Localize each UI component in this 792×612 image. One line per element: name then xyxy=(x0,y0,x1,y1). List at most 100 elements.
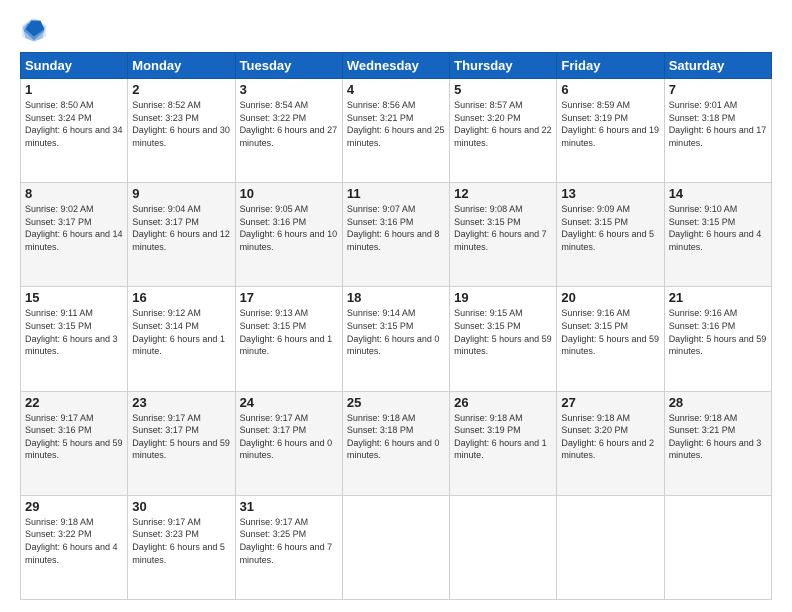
day-number: 24 xyxy=(240,395,338,410)
day-number: 16 xyxy=(132,290,230,305)
day-number: 25 xyxy=(347,395,445,410)
day-number: 29 xyxy=(25,499,123,514)
day-number: 28 xyxy=(669,395,767,410)
day-number: 27 xyxy=(561,395,659,410)
day-info: Sunrise: 9:09 AM Sunset: 3:15 PM Dayligh… xyxy=(561,203,659,253)
day-info: Sunrise: 9:02 AM Sunset: 3:17 PM Dayligh… xyxy=(25,203,123,253)
day-info: Sunrise: 9:16 AM Sunset: 3:15 PM Dayligh… xyxy=(561,307,659,357)
day-number: 5 xyxy=(454,82,552,97)
day-number: 10 xyxy=(240,186,338,201)
day-number: 4 xyxy=(347,82,445,97)
day-info: Sunrise: 9:07 AM Sunset: 3:16 PM Dayligh… xyxy=(347,203,445,253)
day-info: Sunrise: 9:04 AM Sunset: 3:17 PM Dayligh… xyxy=(132,203,230,253)
day-info: Sunrise: 9:18 AM Sunset: 3:21 PM Dayligh… xyxy=(669,412,767,462)
day-info: Sunrise: 9:18 AM Sunset: 3:18 PM Dayligh… xyxy=(347,412,445,462)
week-row-5: 29 Sunrise: 9:18 AM Sunset: 3:22 PM Dayl… xyxy=(21,495,772,599)
calendar-cell: 14 Sunrise: 9:10 AM Sunset: 3:15 PM Dayl… xyxy=(664,183,771,287)
day-info: Sunrise: 9:18 AM Sunset: 3:19 PM Dayligh… xyxy=(454,412,552,462)
calendar-cell: 9 Sunrise: 9:04 AM Sunset: 3:17 PM Dayli… xyxy=(128,183,235,287)
day-number: 30 xyxy=(132,499,230,514)
calendar-cell: 24 Sunrise: 9:17 AM Sunset: 3:17 PM Dayl… xyxy=(235,391,342,495)
day-info: Sunrise: 9:18 AM Sunset: 3:22 PM Dayligh… xyxy=(25,516,123,566)
calendar-cell xyxy=(450,495,557,599)
day-number: 1 xyxy=(25,82,123,97)
day-number: 31 xyxy=(240,499,338,514)
day-info: Sunrise: 9:17 AM Sunset: 3:17 PM Dayligh… xyxy=(132,412,230,462)
day-number: 20 xyxy=(561,290,659,305)
day-number: 2 xyxy=(132,82,230,97)
calendar-cell: 16 Sunrise: 9:12 AM Sunset: 3:14 PM Dayl… xyxy=(128,287,235,391)
header-day-saturday: Saturday xyxy=(664,53,771,79)
calendar-cell: 26 Sunrise: 9:18 AM Sunset: 3:19 PM Dayl… xyxy=(450,391,557,495)
day-info: Sunrise: 9:01 AM Sunset: 3:18 PM Dayligh… xyxy=(669,99,767,149)
calendar-cell: 18 Sunrise: 9:14 AM Sunset: 3:15 PM Dayl… xyxy=(342,287,449,391)
day-info: Sunrise: 9:10 AM Sunset: 3:15 PM Dayligh… xyxy=(669,203,767,253)
calendar-cell: 30 Sunrise: 9:17 AM Sunset: 3:23 PM Dayl… xyxy=(128,495,235,599)
header-day-friday: Friday xyxy=(557,53,664,79)
day-number: 18 xyxy=(347,290,445,305)
calendar-cell: 19 Sunrise: 9:15 AM Sunset: 3:15 PM Dayl… xyxy=(450,287,557,391)
header-day-thursday: Thursday xyxy=(450,53,557,79)
day-info: Sunrise: 9:16 AM Sunset: 3:16 PM Dayligh… xyxy=(669,307,767,357)
day-number: 12 xyxy=(454,186,552,201)
calendar-cell: 8 Sunrise: 9:02 AM Sunset: 3:17 PM Dayli… xyxy=(21,183,128,287)
calendar-cell: 28 Sunrise: 9:18 AM Sunset: 3:21 PM Dayl… xyxy=(664,391,771,495)
calendar-cell: 4 Sunrise: 8:56 AM Sunset: 3:21 PM Dayli… xyxy=(342,79,449,183)
calendar-cell: 11 Sunrise: 9:07 AM Sunset: 3:16 PM Dayl… xyxy=(342,183,449,287)
page: SundayMondayTuesdayWednesdayThursdayFrid… xyxy=(0,0,792,612)
logo-icon xyxy=(20,16,48,44)
logo xyxy=(20,16,52,44)
day-number: 26 xyxy=(454,395,552,410)
week-row-3: 15 Sunrise: 9:11 AM Sunset: 3:15 PM Dayl… xyxy=(21,287,772,391)
day-info: Sunrise: 8:57 AM Sunset: 3:20 PM Dayligh… xyxy=(454,99,552,149)
calendar-cell: 29 Sunrise: 9:18 AM Sunset: 3:22 PM Dayl… xyxy=(21,495,128,599)
day-info: Sunrise: 9:15 AM Sunset: 3:15 PM Dayligh… xyxy=(454,307,552,357)
calendar-cell xyxy=(664,495,771,599)
day-info: Sunrise: 8:54 AM Sunset: 3:22 PM Dayligh… xyxy=(240,99,338,149)
day-number: 7 xyxy=(669,82,767,97)
calendar-cell: 25 Sunrise: 9:18 AM Sunset: 3:18 PM Dayl… xyxy=(342,391,449,495)
week-row-4: 22 Sunrise: 9:17 AM Sunset: 3:16 PM Dayl… xyxy=(21,391,772,495)
calendar-cell: 20 Sunrise: 9:16 AM Sunset: 3:15 PM Dayl… xyxy=(557,287,664,391)
calendar-cell: 3 Sunrise: 8:54 AM Sunset: 3:22 PM Dayli… xyxy=(235,79,342,183)
header xyxy=(20,16,772,44)
week-row-2: 8 Sunrise: 9:02 AM Sunset: 3:17 PM Dayli… xyxy=(21,183,772,287)
day-info: Sunrise: 8:52 AM Sunset: 3:23 PM Dayligh… xyxy=(132,99,230,149)
day-info: Sunrise: 9:14 AM Sunset: 3:15 PM Dayligh… xyxy=(347,307,445,357)
calendar-table: SundayMondayTuesdayWednesdayThursdayFrid… xyxy=(20,52,772,600)
day-number: 15 xyxy=(25,290,123,305)
calendar-cell: 6 Sunrise: 8:59 AM Sunset: 3:19 PM Dayli… xyxy=(557,79,664,183)
calendar-cell: 1 Sunrise: 8:50 AM Sunset: 3:24 PM Dayli… xyxy=(21,79,128,183)
day-info: Sunrise: 9:17 AM Sunset: 3:23 PM Dayligh… xyxy=(132,516,230,566)
day-info: Sunrise: 8:59 AM Sunset: 3:19 PM Dayligh… xyxy=(561,99,659,149)
day-info: Sunrise: 8:50 AM Sunset: 3:24 PM Dayligh… xyxy=(25,99,123,149)
calendar-cell: 7 Sunrise: 9:01 AM Sunset: 3:18 PM Dayli… xyxy=(664,79,771,183)
header-day-monday: Monday xyxy=(128,53,235,79)
header-day-sunday: Sunday xyxy=(21,53,128,79)
calendar-cell: 10 Sunrise: 9:05 AM Sunset: 3:16 PM Dayl… xyxy=(235,183,342,287)
day-info: Sunrise: 9:08 AM Sunset: 3:15 PM Dayligh… xyxy=(454,203,552,253)
day-info: Sunrise: 9:11 AM Sunset: 3:15 PM Dayligh… xyxy=(25,307,123,357)
day-number: 17 xyxy=(240,290,338,305)
day-number: 9 xyxy=(132,186,230,201)
day-info: Sunrise: 9:17 AM Sunset: 3:17 PM Dayligh… xyxy=(240,412,338,462)
day-number: 19 xyxy=(454,290,552,305)
calendar-cell: 23 Sunrise: 9:17 AM Sunset: 3:17 PM Dayl… xyxy=(128,391,235,495)
calendar-cell: 12 Sunrise: 9:08 AM Sunset: 3:15 PM Dayl… xyxy=(450,183,557,287)
calendar-cell: 22 Sunrise: 9:17 AM Sunset: 3:16 PM Dayl… xyxy=(21,391,128,495)
calendar-cell: 2 Sunrise: 8:52 AM Sunset: 3:23 PM Dayli… xyxy=(128,79,235,183)
day-info: Sunrise: 9:18 AM Sunset: 3:20 PM Dayligh… xyxy=(561,412,659,462)
day-number: 22 xyxy=(25,395,123,410)
day-number: 3 xyxy=(240,82,338,97)
calendar-cell xyxy=(557,495,664,599)
day-number: 23 xyxy=(132,395,230,410)
day-number: 11 xyxy=(347,186,445,201)
week-row-1: 1 Sunrise: 8:50 AM Sunset: 3:24 PM Dayli… xyxy=(21,79,772,183)
calendar-cell: 5 Sunrise: 8:57 AM Sunset: 3:20 PM Dayli… xyxy=(450,79,557,183)
day-info: Sunrise: 9:17 AM Sunset: 3:16 PM Dayligh… xyxy=(25,412,123,462)
day-number: 13 xyxy=(561,186,659,201)
day-info: Sunrise: 9:05 AM Sunset: 3:16 PM Dayligh… xyxy=(240,203,338,253)
day-number: 6 xyxy=(561,82,659,97)
calendar-cell: 21 Sunrise: 9:16 AM Sunset: 3:16 PM Dayl… xyxy=(664,287,771,391)
day-number: 8 xyxy=(25,186,123,201)
